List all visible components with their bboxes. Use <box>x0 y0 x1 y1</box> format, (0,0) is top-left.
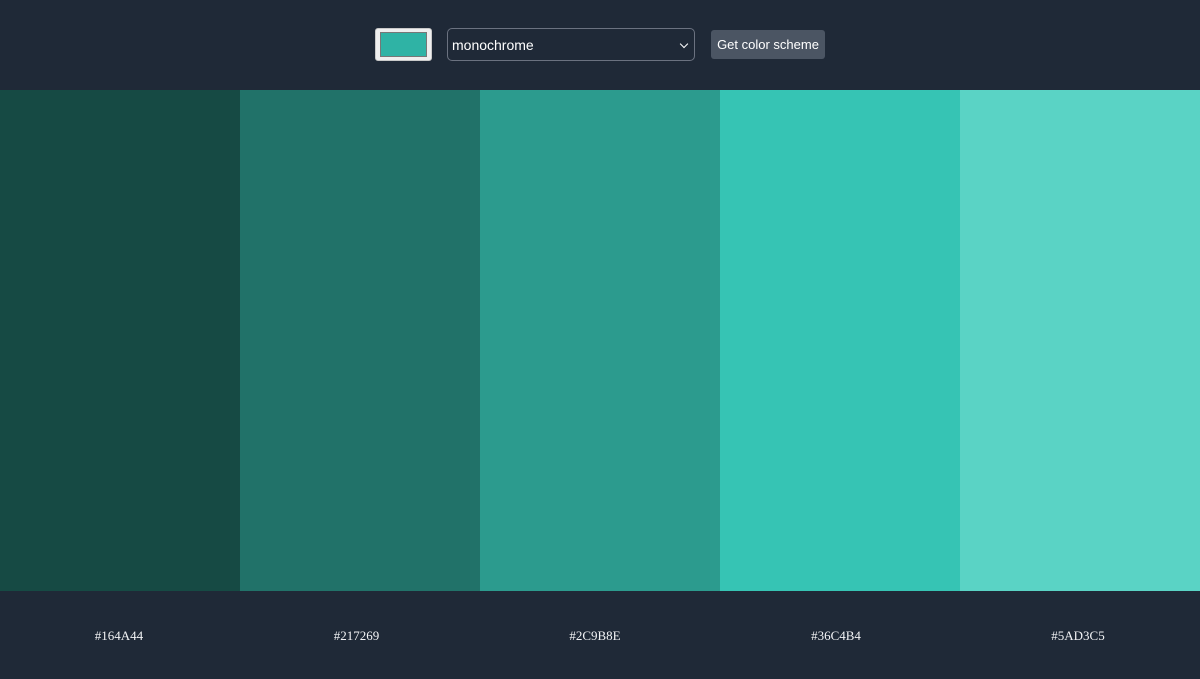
color-scheme-app: monochrome Get color scheme #164A44 #217… <box>0 0 1200 679</box>
color-palette <box>0 90 1200 591</box>
hex-code-2[interactable]: #217269 <box>240 591 480 679</box>
hex-code-1[interactable]: #164A44 <box>0 591 240 679</box>
hex-code-text: #164A44 <box>94 628 144 643</box>
hex-code-5[interactable]: #5AD3C5 <box>960 591 1200 679</box>
seed-color-swatch <box>380 32 427 57</box>
seed-color-picker[interactable] <box>375 28 432 61</box>
controls-header: monochrome Get color scheme <box>0 0 1200 90</box>
hex-code-3[interactable]: #2C9B8E <box>480 591 720 679</box>
hex-code-text: #36C4B4 <box>811 628 861 643</box>
color-column-1[interactable] <box>0 90 240 591</box>
get-color-scheme-button[interactable]: Get color scheme <box>711 30 825 59</box>
color-column-4[interactable] <box>720 90 960 591</box>
color-column-3[interactable] <box>480 90 720 591</box>
color-column-5[interactable] <box>960 90 1200 591</box>
hex-code-text: #5AD3C5 <box>1051 628 1105 643</box>
chevron-down-icon <box>679 39 689 49</box>
hex-code-text: #2C9B8E <box>569 628 621 643</box>
scheme-mode-select[interactable]: monochrome <box>447 28 695 61</box>
scheme-mode-value: monochrome <box>452 37 534 53</box>
color-column-2[interactable] <box>240 90 480 591</box>
hex-code-text: #217269 <box>333 628 380 643</box>
hex-code-row: #164A44 #217269 #2C9B8E #36C4B4 #5AD3C5 <box>0 591 1200 679</box>
hex-code-4[interactable]: #36C4B4 <box>720 591 960 679</box>
